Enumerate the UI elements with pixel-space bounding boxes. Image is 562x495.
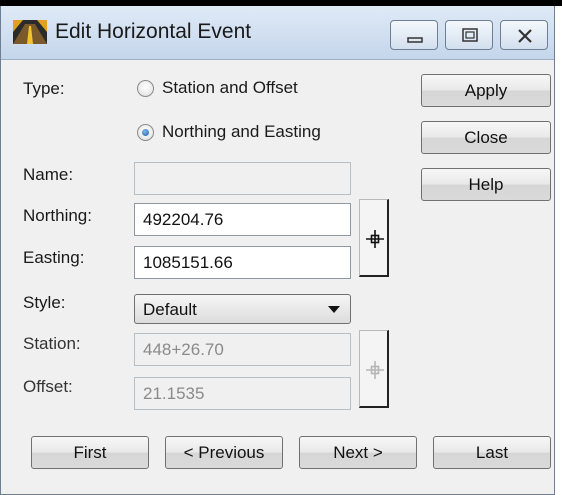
radio-northing-easting[interactable]: Northing and Easting: [137, 122, 321, 142]
station-label: Station:: [23, 334, 81, 353]
minimize-icon: [407, 37, 423, 43]
easting-field[interactable]: 1085151.66: [134, 246, 351, 279]
help-button[interactable]: Help: [421, 168, 551, 201]
close-icon: [518, 29, 532, 43]
northing-field[interactable]: 492204.76: [134, 203, 351, 236]
radio-northing-easting-label: Northing and Easting: [162, 122, 321, 141]
radio-station-offset-label: Station and Offset: [162, 78, 298, 97]
first-button[interactable]: First: [31, 436, 149, 469]
style-label: Style:: [23, 293, 66, 312]
station-field[interactable]: 448+26.70: [134, 333, 351, 366]
title-bar[interactable]: Edit Horizontal Event: [1, 6, 554, 60]
radio-station-offset[interactable]: Station and Offset: [137, 78, 298, 98]
easting-label: Easting:: [23, 248, 85, 267]
last-button[interactable]: Last: [433, 436, 551, 469]
dropdown-arrow-icon: [328, 306, 340, 313]
radio-circle-on: [137, 123, 154, 141]
pick-northing-easting-button[interactable]: [359, 199, 389, 277]
name-field[interactable]: [134, 162, 351, 195]
window-title: Edit Horizontal Event: [55, 20, 252, 43]
name-label: Name:: [23, 165, 74, 184]
radio-circle-off: [137, 79, 154, 97]
close-window-button[interactable]: [500, 20, 548, 50]
offset-label: Offset:: [23, 377, 73, 396]
apply-button[interactable]: Apply: [421, 74, 551, 107]
type-label: Type:: [23, 79, 65, 98]
pick-station-offset-button[interactable]: [359, 330, 389, 408]
northing-label: Northing:: [23, 206, 92, 225]
road-app-icon: [13, 20, 47, 44]
minimize-button[interactable]: [390, 20, 438, 50]
maximize-button[interactable]: [445, 20, 493, 50]
previous-button[interactable]: < Previous: [165, 436, 283, 469]
crosshair-icon: [366, 230, 384, 248]
edit-horizontal-event-dialog: Edit Horizontal Event Type: Station and …: [0, 6, 555, 495]
close-button[interactable]: Close: [421, 121, 551, 154]
style-select-value: Default: [143, 300, 197, 319]
crosshair-icon: [366, 361, 384, 379]
next-button[interactable]: Next >: [299, 436, 417, 469]
maximize-icon: [462, 28, 478, 42]
offset-field[interactable]: 21.1535: [134, 377, 351, 410]
style-select[interactable]: Default: [134, 294, 351, 324]
